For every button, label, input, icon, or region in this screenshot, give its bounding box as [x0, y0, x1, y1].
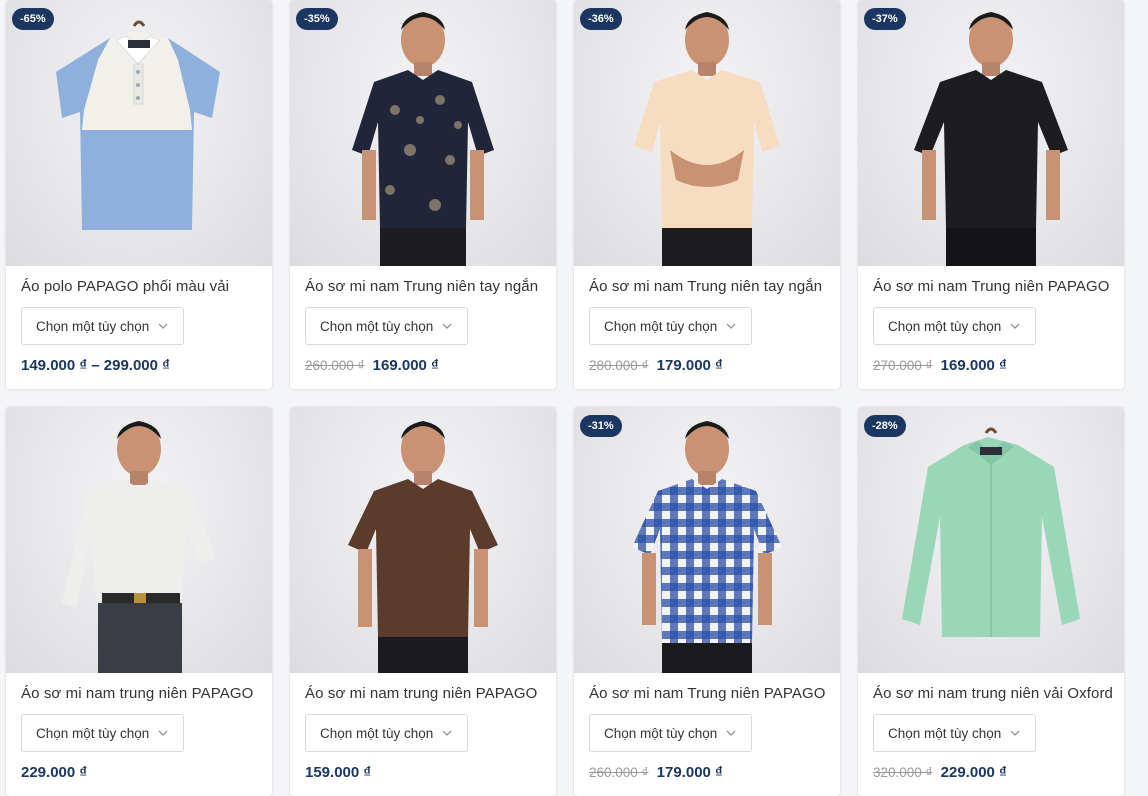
product-image[interactable]: -65% [6, 0, 272, 266]
current-price: 179.000 ₫ [656, 357, 723, 374]
product-card[interactable]: -31% Áo sơ mi nam Trung niên PAPAGO Chọn… [574, 407, 840, 796]
chevron-down-icon [442, 730, 452, 736]
product-price: 159.000 ₫ [305, 764, 371, 781]
option-select-label: Chọn một tùy chọn [320, 725, 434, 741]
product-grid: -65% Áo polo PAPAGO phối màu vải Chọn mộ… [6, 0, 1124, 796]
option-select[interactable]: Chọn một tùy chọn [873, 714, 1037, 752]
current-price: 229.000 ₫ [21, 764, 88, 781]
product-title[interactable]: Áo sơ mi nam trung niên PAPAGO [305, 685, 537, 702]
option-select-label: Chọn một tùy chọn [36, 318, 150, 334]
chevron-down-icon [158, 323, 168, 329]
discount-badge: -36% [580, 8, 622, 30]
current-price: 179.000 ₫ [656, 764, 723, 781]
discount-badge: -37% [864, 8, 906, 30]
old-price: 320.000 ₫ [873, 765, 933, 780]
option-select-label: Chọn một tùy chọn [36, 725, 150, 741]
discount-badge: -28% [864, 415, 906, 437]
product-image[interactable]: -28% [858, 407, 1124, 673]
product-card[interactable]: -35% Áo sơ mi nam Trung niên tay ngắn Ch… [290, 0, 556, 389]
current-price: 159.000 ₫ [305, 764, 372, 781]
option-select[interactable]: Chọn một tùy chọn [305, 714, 469, 752]
chevron-down-icon [726, 323, 736, 329]
option-select-label: Chọn một tùy chọn [888, 318, 1002, 334]
product-card[interactable]: -65% Áo polo PAPAGO phối màu vải Chọn mộ… [6, 0, 272, 389]
product-card[interactable]: -36% Áo sơ mi nam Trung niên tay ngắn Ch… [574, 0, 840, 389]
man-brown-shirt-image [348, 421, 498, 673]
option-select[interactable]: Chọn một tùy chọn [873, 307, 1037, 345]
current-price: 149.000 ₫ – 299.000 ₫ [21, 357, 170, 374]
option-select[interactable]: Chọn một tùy chọn [305, 307, 469, 345]
man-black-shirt-image [914, 12, 1068, 266]
option-select-label: Chọn một tùy chọn [604, 318, 718, 334]
product-price: 149.000 ₫ – 299.000 ₫ [21, 357, 170, 374]
polo-shirt-image [56, 20, 220, 230]
chevron-down-icon [1010, 730, 1020, 736]
option-select[interactable]: Chọn một tùy chọn [21, 714, 185, 752]
product-image[interactable]: -35% [290, 0, 556, 266]
product-title[interactable]: Áo sơ mi nam Trung niên PAPAGO [589, 685, 826, 702]
product-card[interactable]: Áo sơ mi nam trung niên PAPAGO Chọn một … [6, 407, 272, 796]
current-price: 229.000 ₫ [940, 764, 1007, 781]
current-price: 169.000 ₫ [372, 357, 439, 374]
discount-badge: -35% [296, 8, 338, 30]
product-price: 260.000 ₫ 179.000 ₫ [589, 764, 723, 781]
chevron-down-icon [158, 730, 168, 736]
product-price: 320.000 ₫ 229.000 ₫ [873, 764, 1007, 781]
product-image[interactable]: -37% [858, 0, 1124, 266]
product-image[interactable]: -31% [574, 407, 840, 673]
man-cream-shirt-image [634, 12, 780, 266]
product-title[interactable]: Áo sơ mi nam Trung niên PAPAGO [873, 278, 1110, 295]
man-blue-checked-shirt-image [632, 421, 782, 673]
option-select[interactable]: Chọn một tùy chọn [21, 307, 185, 345]
product-card[interactable]: Áo sơ mi nam trung niên PAPAGO Chọn một … [290, 407, 556, 796]
product-image[interactable]: -36% [574, 0, 840, 266]
mint-shirt-image [902, 427, 1080, 637]
discount-badge: -65% [12, 8, 54, 30]
discount-badge: -31% [580, 415, 622, 437]
product-image[interactable] [6, 407, 272, 673]
product-price: 260.000 ₫ 169.000 ₫ [305, 357, 439, 374]
product-card[interactable]: -28% Áo sơ mi nam trung niên vải Oxford … [858, 407, 1124, 796]
option-select-label: Chọn một tùy chọn [888, 725, 1002, 741]
product-title[interactable]: Áo polo PAPAGO phối màu vải [21, 278, 229, 295]
option-select-label: Chọn một tùy chọn [320, 318, 434, 334]
option-select[interactable]: Chọn một tùy chọn [589, 307, 753, 345]
option-select-label: Chọn một tùy chọn [604, 725, 718, 741]
old-price: 270.000 ₫ [873, 358, 933, 373]
chevron-down-icon [442, 323, 452, 329]
product-price: 270.000 ₫ 169.000 ₫ [873, 357, 1007, 374]
product-price: 280.000 ₫ 179.000 ₫ [589, 357, 723, 374]
chevron-down-icon [726, 730, 736, 736]
old-price: 260.000 ₫ [589, 765, 649, 780]
product-price: 229.000 ₫ [21, 764, 87, 781]
product-title[interactable]: Áo sơ mi nam trung niên vải Oxford [873, 685, 1113, 702]
chevron-down-icon [1010, 323, 1020, 329]
product-title[interactable]: Áo sơ mi nam trung niên PAPAGO [21, 685, 253, 702]
man-white-shirt-image [62, 421, 216, 673]
option-select[interactable]: Chọn một tùy chọn [589, 714, 753, 752]
old-price: 260.000 ₫ [305, 358, 365, 373]
old-price: 280.000 ₫ [589, 358, 649, 373]
product-card[interactable]: -37% Áo sơ mi nam Trung niên PAPAGO Chọn… [858, 0, 1124, 389]
product-title[interactable]: Áo sơ mi nam Trung niên tay ngắn [589, 278, 822, 295]
product-title[interactable]: Áo sơ mi nam Trung niên tay ngắn [305, 278, 538, 295]
man-navy-shirt-image [352, 12, 494, 266]
product-image[interactable] [290, 407, 556, 673]
current-price: 169.000 ₫ [940, 357, 1007, 374]
